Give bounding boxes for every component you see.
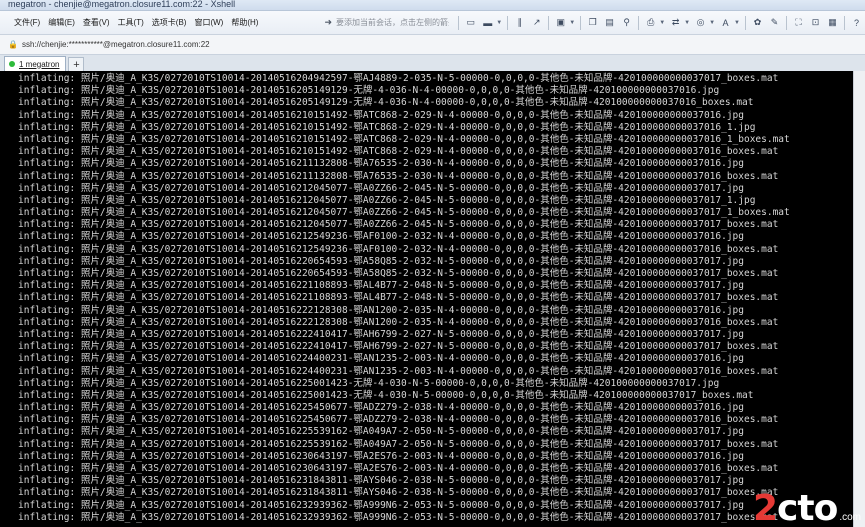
font-icon[interactable]: A [719, 16, 732, 29]
terminal-line: inflating: 照片/奥迪_A_K3S/0272010TS10014-20… [18, 219, 779, 231]
terminal-line: inflating: 照片/奥迪_A_K3S/0272010TS10014-20… [18, 207, 790, 219]
terminal-line: inflating: 照片/奥迪_A_K3S/0272010TS10014-20… [18, 73, 779, 84]
terminal-line: inflating: 照片/奥迪_A_K3S/0272010TS10014-20… [18, 292, 779, 304]
terminal-line: inflating: 照片/奥迪_A_K3S/0272010TS10014-20… [18, 304, 744, 316]
terminal-scrollbar[interactable] [853, 71, 865, 527]
tab-label: 1 megatron [19, 59, 60, 69]
disconnect-icon[interactable]: ↗ [530, 16, 543, 29]
lock-screen-icon[interactable]: ⊡ [809, 16, 822, 29]
terminal-line: inflating: 照片/奥迪_A_K3S/0272010TS10014-20… [18, 243, 779, 255]
terminal-line: inflating: 照片/奥迪_A_K3S/0272010TS10014-20… [18, 328, 744, 340]
transfer-icon[interactable]: ⇄ [669, 16, 682, 29]
address-value[interactable]: ssh://chenjie:***********@megatron.closu… [22, 40, 210, 49]
menu-view[interactable]: 查看(V) [79, 17, 114, 28]
menu-edit[interactable]: 编辑(E) [44, 17, 79, 28]
terminal-line: inflating: 照片/奥迪_A_K3S/0272010TS10014-20… [18, 85, 720, 97]
title-bar: megatron - chenjie@megatron.closure11.co… [0, 0, 865, 11]
link-icon[interactable]: ∥ [513, 16, 526, 29]
new-session-icon[interactable]: ▭ [464, 16, 477, 29]
terminal-line: inflating: 照片/奥迪_A_K3S/0272010TS10014-20… [18, 414, 779, 426]
terminal-line: inflating: 照片/奥迪_A_K3S/0272010TS10014-20… [18, 231, 744, 243]
menu-bar: 文件(F) 编辑(E) 查看(V) 工具(T) 选项卡(B) 窗口(W) 帮助(… [0, 11, 865, 35]
terminal-line: inflating: 照片/奥迪_A_K3S/0272010TS10014-20… [18, 121, 756, 133]
chevron-down-icon[interactable]: ▼ [659, 20, 665, 26]
terminal-line: inflating: 照片/奥迪_A_K3S/0272010TS10014-20… [18, 487, 779, 499]
plus-icon: + [73, 58, 80, 71]
chevron-down-icon[interactable]: ▼ [684, 20, 690, 26]
terminal-line: inflating: 照片/奥迪_A_K3S/0272010TS10014-20… [18, 133, 790, 145]
terminal-line: inflating: 照片/奥迪_A_K3S/0272010TS10014-20… [18, 280, 744, 292]
keyboard-icon[interactable]: ▦ [826, 16, 839, 29]
paste-icon[interactable]: ▤ [603, 16, 616, 29]
terminal-line: inflating: 照片/奥迪_A_K3S/0272010TS10014-20… [18, 450, 744, 462]
tab-megatron[interactable]: 1 megatron [4, 56, 67, 71]
lock-icon: 🔒 [8, 40, 18, 49]
terminal-line: inflating: 照片/奥迪_A_K3S/0272010TS10014-20… [18, 146, 779, 158]
chevron-down-icon[interactable]: ▼ [709, 20, 715, 26]
search-icon[interactable]: ⚲ [620, 16, 633, 29]
tab-bar: 1 megatron + [0, 55, 865, 72]
copy-icon[interactable]: ❐ [586, 16, 599, 29]
terminal-line: inflating: 照片/奥迪_A_K3S/0272010TS10014-20… [18, 511, 779, 523]
script-icon[interactable]: ✎ [768, 16, 781, 29]
globe-icon[interactable]: ◎ [694, 16, 707, 29]
terminal-line: inflating: 照片/奥迪_A_K3S/0272010TS10014-20… [18, 194, 756, 206]
terminal-line: inflating: 照片/奥迪_A_K3S/0272010TS10014-20… [18, 268, 779, 279]
toolbar-separator [507, 15, 509, 30]
toolbar-separator [548, 15, 550, 30]
address-bar[interactable]: 🔒 ssh://chenjie:***********@megatron.clo… [0, 35, 865, 55]
session-hint[interactable]: ➜ 要添加当前会话，点击左侧的箭头按... [324, 17, 449, 28]
terminal-line: inflating: 照片/奥迪_A_K3S/0272010TS10014-20… [18, 426, 744, 438]
terminal-line: inflating: 照片/奥迪_A_K3S/0272010TS10014-20… [18, 182, 744, 194]
terminal-line: inflating: 照片/奥迪_A_K3S/0272010TS10014-20… [18, 463, 779, 474]
open-folder-icon[interactable]: ▬ [481, 16, 494, 29]
terminal-line: inflating: 照片/奥迪_A_K3S/0272010TS10014-20… [18, 341, 779, 353]
window-title: megatron - chenjie@megatron.closure11.co… [8, 0, 236, 9]
help-icon[interactable]: ? [850, 16, 863, 29]
toolbar-separator [745, 15, 746, 30]
xftp-icon[interactable]: ✿ [751, 16, 764, 29]
terminal-output[interactable]: inflating: 照片/奥迪_A_K3S/0272010TS10014-20… [0, 71, 853, 527]
fullscreen-icon[interactable]: ⛶ [792, 16, 805, 29]
menu-items: 文件(F) 编辑(E) 查看(V) 工具(T) 选项卡(B) 窗口(W) 帮助(… [0, 17, 262, 28]
terminal-line: inflating: 照片/奥迪_A_K3S/0272010TS10014-20… [18, 402, 744, 414]
terminal-line: inflating: 照片/奥迪_A_K3S/0272010TS10014-20… [18, 255, 744, 267]
toolbar-separator [786, 15, 787, 30]
terminal-line: inflating: 照片/奥迪_A_K3S/0272010TS10014-20… [18, 475, 744, 487]
menu-window[interactable]: 窗口(W) [190, 17, 227, 28]
terminal-line: inflating: 照片/奥迪_A_K3S/0272010TS10014-20… [18, 365, 779, 377]
chevron-down-icon[interactable]: ▼ [496, 20, 502, 26]
print-icon[interactable]: ⎙ [644, 16, 657, 29]
terminal-line: inflating: 照片/奥迪_A_K3S/0272010TS10014-20… [18, 97, 754, 109]
terminal-line: inflating: 照片/奥迪_A_K3S/0272010TS10014-20… [18, 499, 744, 511]
terminal-line: inflating: 照片/奥迪_A_K3S/0272010TS10014-20… [18, 389, 754, 401]
properties-icon[interactable]: ▣ [554, 16, 567, 29]
toolbar: ▭ ▬ ▼ ∥ ↗ ▣ ▼ ❐ ▤ ⚲ ⎙ ▼ ⇄ ▼ ◎ ▼ A ▼ ✿ ✎ [455, 15, 865, 30]
menu-tabs[interactable]: 选项卡(B) [148, 17, 191, 28]
toolbar-separator [638, 15, 640, 30]
terminal-line: inflating: 照片/奥迪_A_K3S/0272010TS10014-20… [18, 353, 744, 365]
xshell-window: megatron - chenjie@megatron.closure11.co… [0, 0, 865, 527]
terminal-line: inflating: 照片/奥迪_A_K3S/0272010TS10014-20… [18, 170, 779, 182]
menu-help[interactable]: 帮助(H) [227, 17, 262, 28]
terminal-line: inflating: 照片/奥迪_A_K3S/0272010TS10014-20… [18, 438, 779, 450]
terminal-line: inflating: 照片/奥迪_A_K3S/0272010TS10014-20… [18, 316, 779, 328]
new-tab-button[interactable]: + [68, 57, 85, 71]
toolbar-separator [458, 15, 460, 30]
menu-tools[interactable]: 工具(T) [114, 17, 148, 28]
chevron-down-icon[interactable]: ▼ [734, 20, 740, 26]
toolbar-separator [580, 15, 582, 30]
toolbar-separator [844, 15, 845, 30]
terminal-line: inflating: 照片/奥迪_A_K3S/0272010TS10014-20… [18, 377, 720, 389]
terminal-line: inflating: 照片/奥迪_A_K3S/0272010TS10014-20… [18, 158, 744, 170]
session-arrow-icon[interactable]: ➜ [324, 17, 332, 28]
connected-status-icon [9, 61, 15, 67]
menu-file[interactable]: 文件(F) [10, 17, 44, 28]
session-hint-text: 要添加当前会话，点击左侧的箭头按... [336, 18, 449, 27]
chevron-down-icon[interactable]: ▼ [569, 20, 575, 26]
terminal-line: inflating: 照片/奥迪_A_K3S/0272010TS10014-20… [18, 109, 744, 121]
